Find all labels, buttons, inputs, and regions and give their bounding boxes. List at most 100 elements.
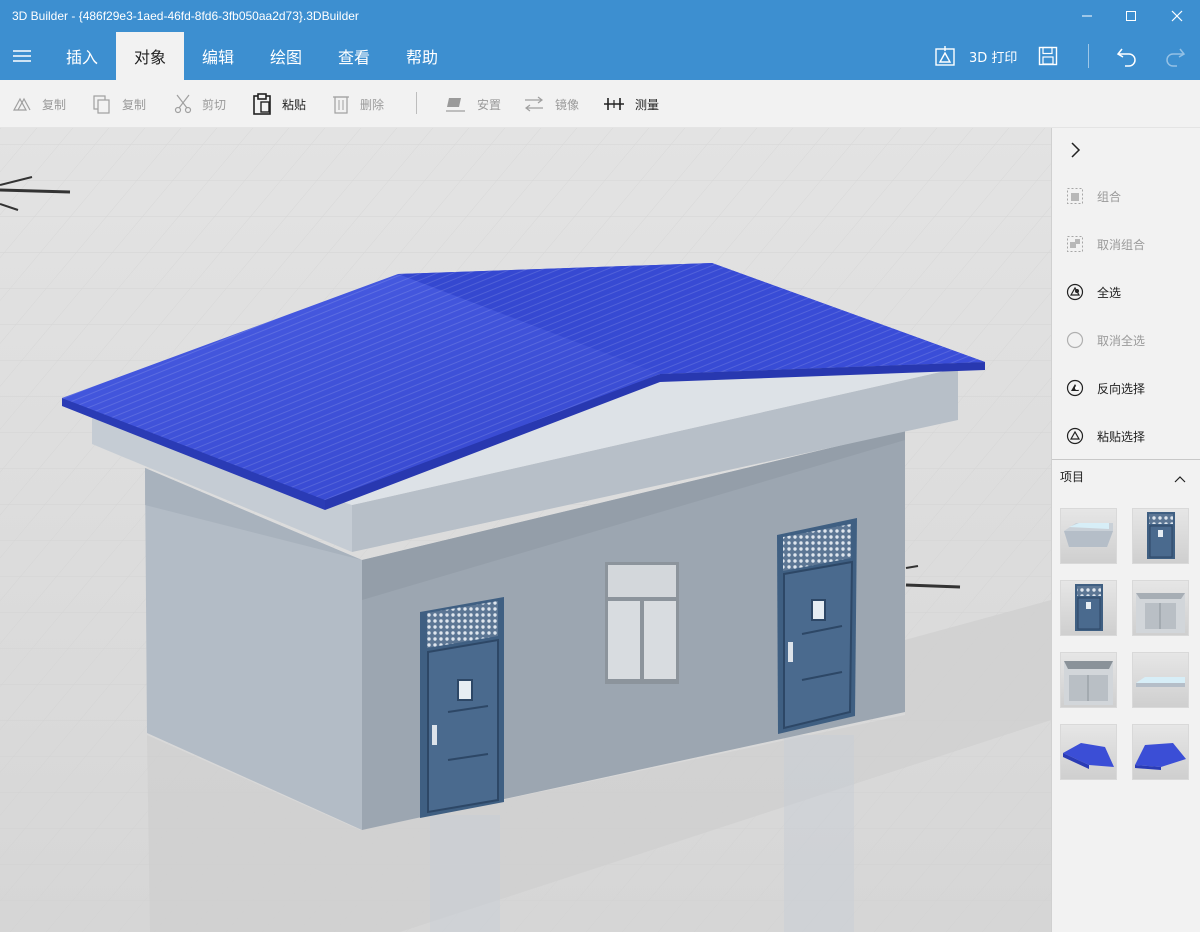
delete-icon [333,96,349,114]
save-icon [1038,46,1058,66]
maximize-icon [1126,11,1136,21]
title-bar: 3D Builder - {486f29e3-1aed-46fd-8fd6-3f… [0,0,1200,32]
item-thumbnail-eave[interactable] [1060,508,1117,564]
redo-icon [1166,48,1186,67]
group-button[interactable]: 组合 [1052,172,1200,220]
select-all-button[interactable]: 全选 [1052,268,1200,316]
door-right [777,518,857,734]
mirror-icon [525,96,543,112]
save-button[interactable] [1038,32,1058,80]
object-toolbar: 复制 复制 剪切 粘贴 删除 安置 镜像 测量 [0,80,1200,128]
3d-viewport[interactable] [0,128,1051,932]
paste-label: 粘贴 [282,97,307,112]
measure-button[interactable]: 测量 [603,80,659,128]
settle-button[interactable]: 安置 [445,80,501,128]
duplicate-button[interactable]: 复制 [12,80,66,128]
settle-label: 安置 [477,97,502,112]
eave-thumbnail-icon [1064,523,1113,547]
maximize-button[interactable] [1108,0,1154,32]
door-reflection [784,735,854,932]
roof-thumbnail-icon [1063,743,1114,769]
door-left [420,597,504,818]
invert-selection-button[interactable]: 反向选择 [1052,364,1200,412]
item-thumbnail-wall-back[interactable] [1060,652,1117,708]
menu-separator [1088,44,1089,68]
duplicate-label: 复制 [42,97,67,112]
close-icon [1171,10,1183,22]
item-thumbnail-roof-right[interactable] [1132,724,1189,780]
collapse-items-button[interactable] [1172,470,1188,484]
paste-selection-label: 粘贴选择 [1097,429,1146,444]
wall-thumbnail-icon [1136,593,1185,633]
tab-insert[interactable]: 插入 [48,32,116,80]
ungroup-button[interactable]: 取消组合 [1052,220,1200,268]
copy-button[interactable]: 复制 [92,80,146,128]
undo-icon [1116,48,1136,67]
print-3d-icon [935,46,955,66]
mirror-label: 镜像 [555,97,580,112]
ungroup-icon [1067,236,1083,252]
tab-edit[interactable]: 编辑 [184,32,252,80]
invert-selection-label: 反向选择 [1097,381,1146,396]
deselect-all-icon [1066,331,1084,349]
toolbar-separator [416,92,417,114]
paste-icon [253,93,271,115]
copy-label: 复制 [122,97,147,112]
group-label: 组合 [1097,189,1122,204]
tab-paint[interactable]: 绘图 [252,32,320,80]
door-thumbnail-icon [1147,512,1175,559]
scene-canvas [0,128,1051,932]
copy-icon [93,95,110,114]
paste-selection-button[interactable]: 粘贴选择 [1052,412,1200,460]
window [605,562,679,684]
print-3d-label: 3D 打印 [969,50,1018,66]
app-window: 3D Builder - {486f29e3-1aed-46fd-8fd6-3f… [0,0,1200,932]
tab-object[interactable]: 对象 [116,32,184,80]
cut-label: 剪切 [202,97,227,112]
window-title: 3D Builder - {486f29e3-1aed-46fd-8fd6-3f… [12,9,359,23]
item-thumbnail-door[interactable] [1132,508,1189,564]
settle-icon [446,98,465,112]
deselect-all-button[interactable]: 取消全选 [1052,316,1200,364]
item-thumbnail-door[interactable] [1060,580,1117,636]
close-button[interactable] [1154,0,1200,32]
mirror-button[interactable]: 镜像 [523,80,579,128]
eave-flat-thumbnail-icon [1136,677,1185,687]
roof-thumbnail-icon [1135,743,1186,770]
paste-selection-icon [1066,427,1084,445]
cut-button[interactable]: 剪切 [174,80,226,128]
chevron-up-icon [1174,476,1186,483]
door-thumbnail-icon [1075,584,1103,631]
panel-separator [1052,459,1200,460]
minimize-icon [1082,15,1092,17]
collapse-panel-button[interactable] [1066,140,1086,160]
measure-icon [604,98,624,110]
items-header: 项目 [1060,470,1085,484]
hamburger-menu-button[interactable] [10,46,34,66]
deselect-all-label: 取消全选 [1097,333,1146,348]
item-thumbnail-wall-front[interactable] [1132,580,1189,636]
ungroup-label: 取消组合 [1097,237,1146,252]
chevron-right-icon [1071,142,1081,158]
measure-label: 测量 [635,97,660,112]
select-all-icon [1066,283,1084,301]
invert-selection-icon [1066,379,1084,397]
select-all-label: 全选 [1097,285,1122,300]
selection-panel: 组合 取消组合 全选 取消全选 反向选择 粘贴选择 项目 [1051,128,1200,932]
hamburger-icon [13,50,31,62]
undo-button[interactable] [1116,32,1138,80]
item-thumbnail-eave-flat[interactable] [1132,652,1189,708]
print-3d-button[interactable]: 3D 打印 [934,32,1017,80]
tab-view[interactable]: 查看 [320,32,388,80]
group-icon [1067,188,1083,204]
delete-label: 删除 [360,97,385,112]
delete-button[interactable]: 删除 [332,80,384,128]
paste-button[interactable]: 粘贴 [252,80,306,128]
minimize-button[interactable] [1064,0,1110,32]
menu-bar: 插入 对象 编辑 绘图 查看 帮助 3D 打印 [0,32,1200,80]
redo-button[interactable] [1164,32,1186,80]
duplicate-icon [12,97,31,111]
wall-thumbnail-icon [1064,661,1113,705]
tab-help[interactable]: 帮助 [388,32,456,80]
item-thumbnail-roof-left[interactable] [1060,724,1117,780]
